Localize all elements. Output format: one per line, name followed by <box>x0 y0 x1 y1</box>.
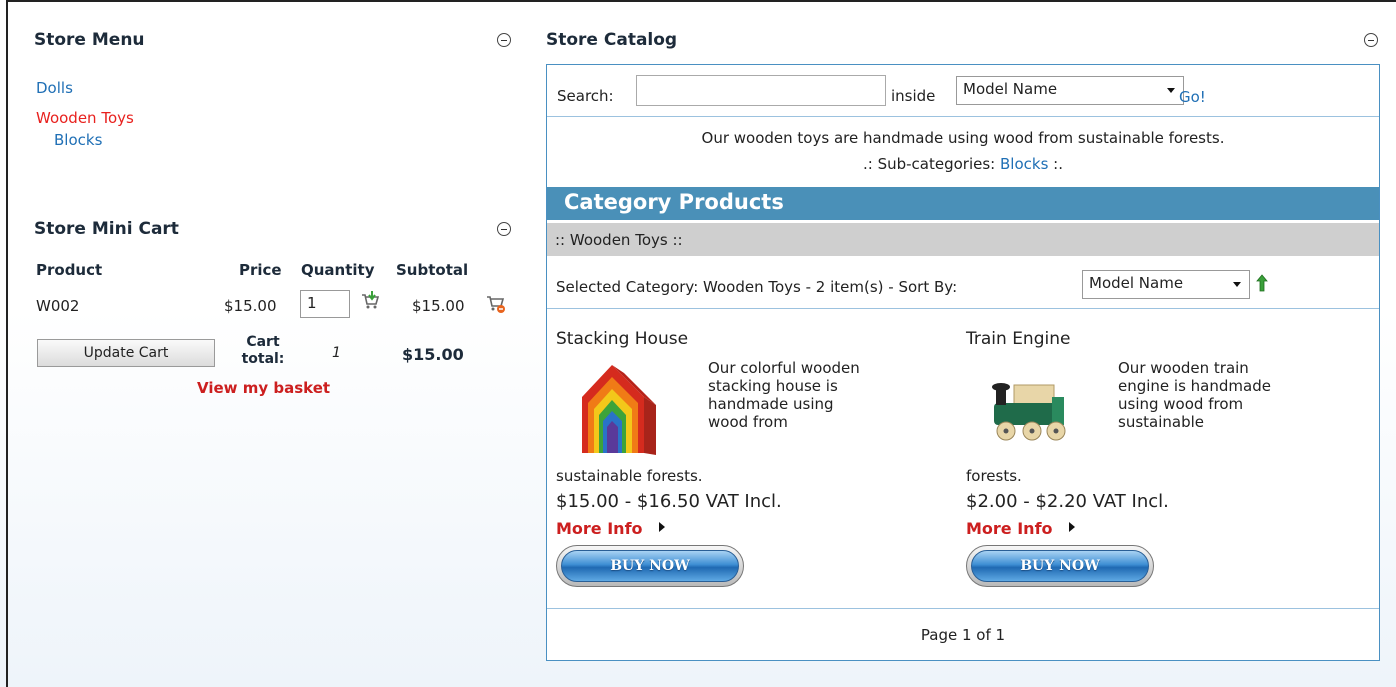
catalog-panel: Search: inside Model Name Go! Our wooden… <box>546 64 1380 661</box>
arrow-right-icon <box>1069 522 1075 532</box>
cart-row-price: $15.00 <box>224 297 277 315</box>
menu-item-blocks[interactable]: Blocks <box>54 131 102 149</box>
search-bar: Search: inside Model Name Go! <box>547 65 1379 117</box>
window-left-border <box>6 0 8 687</box>
product-name-link[interactable]: Stacking House <box>556 329 688 349</box>
menu-item-wooden-toys[interactable]: Wooden Toys <box>36 109 134 127</box>
buy-now-button[interactable]: BUY NOW <box>556 545 744 587</box>
search-label: Search: <box>557 87 614 105</box>
cart-row-subtotal: $15.00 <box>412 297 465 315</box>
sort-ascending-icon[interactable] <box>1256 274 1268 292</box>
category-products-header: Category Products <box>547 187 1379 220</box>
product-description: Our wooden train engine is handmade usin… <box>1118 359 1271 431</box>
product-name-link[interactable]: Train Engine <box>966 329 1070 349</box>
product-image-stacking-house[interactable] <box>564 355 684 465</box>
category-description: Our wooden toys are handmade using wood … <box>547 117 1379 187</box>
more-info-link[interactable]: More Info <box>966 519 1053 538</box>
buy-now-button[interactable]: BUY NOW <box>966 545 1154 587</box>
subcategory-link-blocks[interactable]: Blocks <box>1000 155 1048 173</box>
selected-category-text: Selected Category: Wooden Toys - 2 item(… <box>556 278 958 296</box>
mini-cart-title: Store Mini Cart <box>34 219 179 239</box>
view-basket-link[interactable]: View my basket <box>197 379 330 397</box>
column-header-quantity: Quantity <box>301 261 375 279</box>
column-header-product: Product <box>36 261 103 279</box>
product-description: Our colorful wooden stacking house is ha… <box>708 359 860 431</box>
cart-total-quantity: 1 <box>332 345 341 361</box>
search-field-select[interactable]: Model Name <box>956 76 1184 105</box>
more-info-link[interactable]: More Info <box>556 519 643 538</box>
product-card: Stacking House Our colorful wooden stack… <box>556 329 936 609</box>
inside-label: inside <box>891 87 936 105</box>
subcategories-suffix: :. <box>1048 155 1063 173</box>
chevron-down-icon <box>1167 87 1175 93</box>
cart-row-product: W002 <box>36 297 80 315</box>
buy-now-label: BUY NOW <box>971 550 1149 582</box>
cart-total-value: $15.00 <box>402 345 464 364</box>
sort-by-value: Model Name <box>1089 274 1184 292</box>
search-input[interactable] <box>636 75 886 106</box>
update-cart-button[interactable]: Update Cart <box>37 339 215 367</box>
sort-by-select[interactable]: Model Name <box>1082 270 1250 299</box>
collapse-icon[interactable] <box>497 222 511 236</box>
buy-now-label: BUY NOW <box>561 550 739 582</box>
window-top-border <box>6 0 1396 2</box>
arrow-right-icon <box>659 522 665 532</box>
product-price: $2.00 - $2.20 VAT Incl. <box>966 491 1169 512</box>
collapse-icon[interactable] <box>497 33 511 47</box>
subcategories-prefix: .: Sub-categories: <box>863 155 1000 173</box>
product-image-train-engine[interactable] <box>974 355 1094 465</box>
product-description-tail: sustainable forests. <box>556 467 703 485</box>
store-catalog-title: Store Catalog <box>546 30 678 50</box>
product-card: Train Engine Our wooden train engine is … <box>966 329 1346 609</box>
go-button[interactable]: Go! <box>1179 88 1206 106</box>
category-description-text: Our wooden toys are handmade using wood … <box>701 129 1225 147</box>
pagination: Page 1 of 1 <box>547 608 1379 660</box>
collapse-icon[interactable] <box>1364 33 1378 47</box>
product-description-tail: forests. <box>966 467 1022 485</box>
column-header-price: Price <box>239 261 282 279</box>
chevron-down-icon <box>1233 281 1241 287</box>
product-price: $15.00 - $16.50 VAT Incl. <box>556 491 782 512</box>
search-field-value: Model Name <box>963 80 1058 98</box>
column-header-subtotal: Subtotal <box>396 261 469 279</box>
update-cart-icon[interactable] <box>360 290 380 310</box>
breadcrumb: :: Wooden Toys :: <box>547 223 1379 256</box>
subcategories-line: .: Sub-categories: Blocks :. <box>547 155 1379 173</box>
sort-bar: Selected Category: Wooden Toys - 2 item(… <box>547 258 1379 309</box>
menu-item-dolls[interactable]: Dolls <box>36 79 73 97</box>
remove-cart-icon[interactable] <box>486 294 506 314</box>
quantity-input[interactable]: 1 <box>300 290 350 318</box>
cart-total-label: Cart total: <box>241 334 285 367</box>
store-menu-title: Store Menu <box>34 30 145 50</box>
